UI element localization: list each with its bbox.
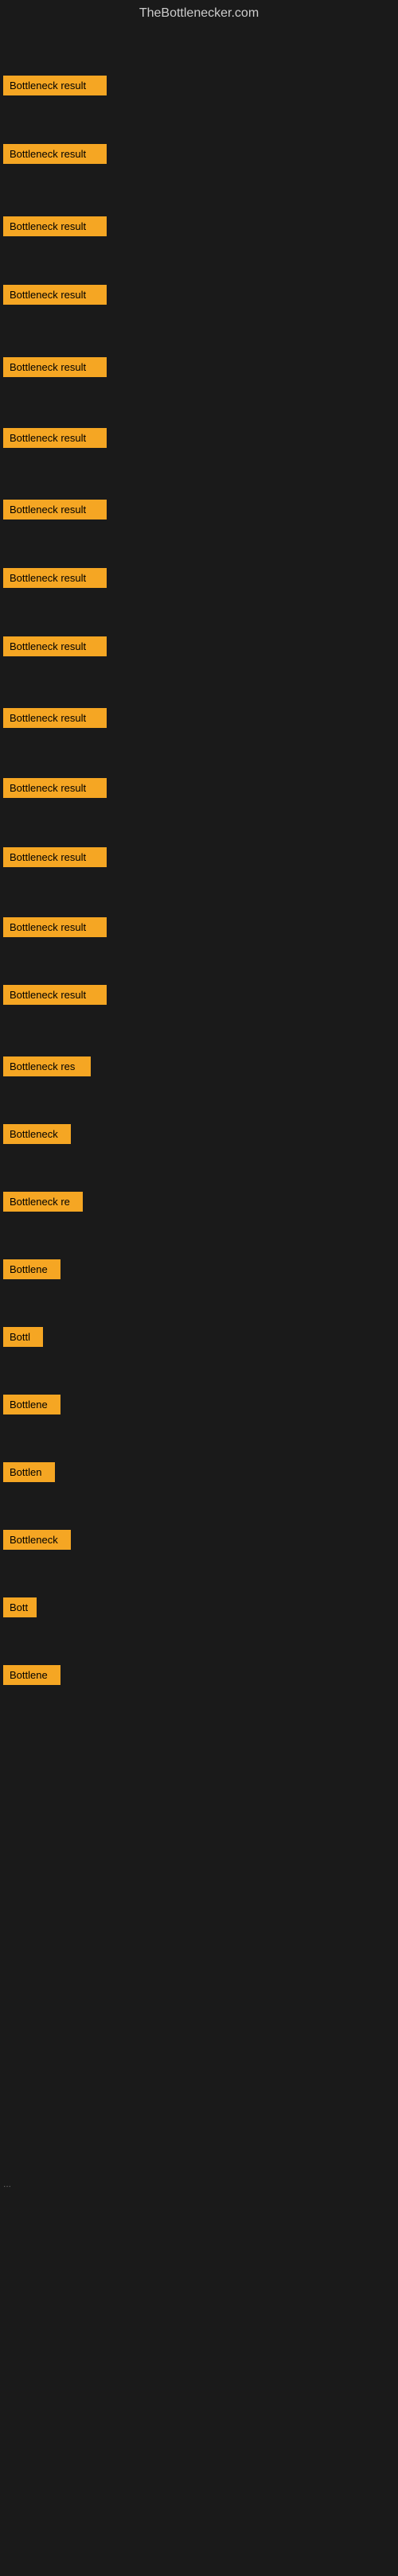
- bottleneck-result-badge[interactable]: Bottleneck result: [3, 708, 107, 728]
- bottleneck-row-20[interactable]: Bottlene: [0, 1395, 398, 1414]
- bottleneck-row-12[interactable]: Bottleneck result: [0, 847, 398, 867]
- bottleneck-result-badge[interactable]: Bottleneck result: [3, 985, 107, 1005]
- bottleneck-result-badge[interactable]: Bottleneck result: [3, 428, 107, 448]
- site-title: TheBottlenecker.com: [139, 6, 259, 20]
- bottleneck-row-18[interactable]: Bottlene: [0, 1259, 398, 1279]
- bottleneck-result-badge[interactable]: Bottleneck: [3, 1530, 71, 1550]
- bottleneck-row-4[interactable]: Bottleneck result: [0, 285, 398, 305]
- bottleneck-result-badge[interactable]: Bottleneck result: [3, 357, 107, 377]
- bottleneck-row-8[interactable]: Bottleneck result: [0, 568, 398, 588]
- bottleneck-row-10[interactable]: Bottleneck result: [0, 708, 398, 728]
- bottleneck-result-badge[interactable]: Bottleneck result: [3, 917, 107, 937]
- bottleneck-row-6[interactable]: Bottleneck result: [0, 428, 398, 448]
- bottleneck-result-badge[interactable]: Bottleneck result: [3, 76, 107, 95]
- bottleneck-row-3[interactable]: Bottleneck result: [0, 216, 398, 236]
- bottleneck-row-16[interactable]: Bottleneck: [0, 1124, 398, 1144]
- bottleneck-row-11[interactable]: Bottleneck result: [0, 778, 398, 798]
- bottleneck-row-9[interactable]: Bottleneck result: [0, 636, 398, 656]
- bottleneck-result-badge[interactable]: Bottleneck result: [3, 285, 107, 305]
- bottleneck-row-1[interactable]: Bottleneck result: [0, 76, 398, 95]
- bottleneck-result-badge[interactable]: Bottleneck res: [3, 1056, 91, 1076]
- bottleneck-result-badge[interactable]: Bottlene: [3, 1395, 60, 1414]
- bottleneck-result-badge[interactable]: Bottleneck result: [3, 500, 107, 519]
- bottleneck-row-15[interactable]: Bottleneck res: [0, 1056, 398, 1076]
- bottleneck-row-24[interactable]: Bottlene: [0, 1665, 398, 1685]
- bottleneck-result-badge[interactable]: Bottleneck result: [3, 778, 107, 798]
- bottleneck-result-badge[interactable]: Bottleneck result: [3, 636, 107, 656]
- bottleneck-result-badge[interactable]: Bottleneck result: [3, 568, 107, 588]
- bottleneck-row-21[interactable]: Bottlen: [0, 1462, 398, 1482]
- bottleneck-result-badge[interactable]: Bottl: [3, 1327, 43, 1347]
- bottleneck-row-7[interactable]: Bottleneck result: [0, 500, 398, 519]
- bottleneck-row-17[interactable]: Bottleneck re: [0, 1192, 398, 1212]
- bottleneck-row-13[interactable]: Bottleneck result: [0, 917, 398, 937]
- bottleneck-row-19[interactable]: Bottl: [0, 1327, 398, 1347]
- bottleneck-result-badge[interactable]: Bottleneck result: [3, 216, 107, 236]
- bottleneck-row-23[interactable]: Bott: [0, 1597, 398, 1617]
- bottleneck-result-badge[interactable]: Bottleneck result: [3, 144, 107, 164]
- bottleneck-row-14[interactable]: Bottleneck result: [0, 985, 398, 1005]
- bottleneck-result-badge[interactable]: Bottlene: [3, 1665, 60, 1685]
- site-title-bar: TheBottlenecker.com: [0, 0, 398, 30]
- bottleneck-result-badge[interactable]: Bottleneck result: [3, 847, 107, 867]
- bottleneck-result-badge[interactable]: Bottleneck: [3, 1124, 71, 1144]
- bottleneck-result-badge[interactable]: Bott: [3, 1597, 37, 1617]
- bottleneck-result-badge[interactable]: Bottleneck re: [3, 1192, 83, 1212]
- bottleneck-row-22[interactable]: Bottleneck: [0, 1530, 398, 1550]
- bottleneck-row-5[interactable]: Bottleneck result: [0, 357, 398, 377]
- bottleneck-result-badge[interactable]: Bottlen: [3, 1462, 55, 1482]
- ellipsis-marker: ...: [3, 2178, 11, 2189]
- bottleneck-result-badge[interactable]: Bottlene: [3, 1259, 60, 1279]
- bottleneck-row-2[interactable]: Bottleneck result: [0, 144, 398, 164]
